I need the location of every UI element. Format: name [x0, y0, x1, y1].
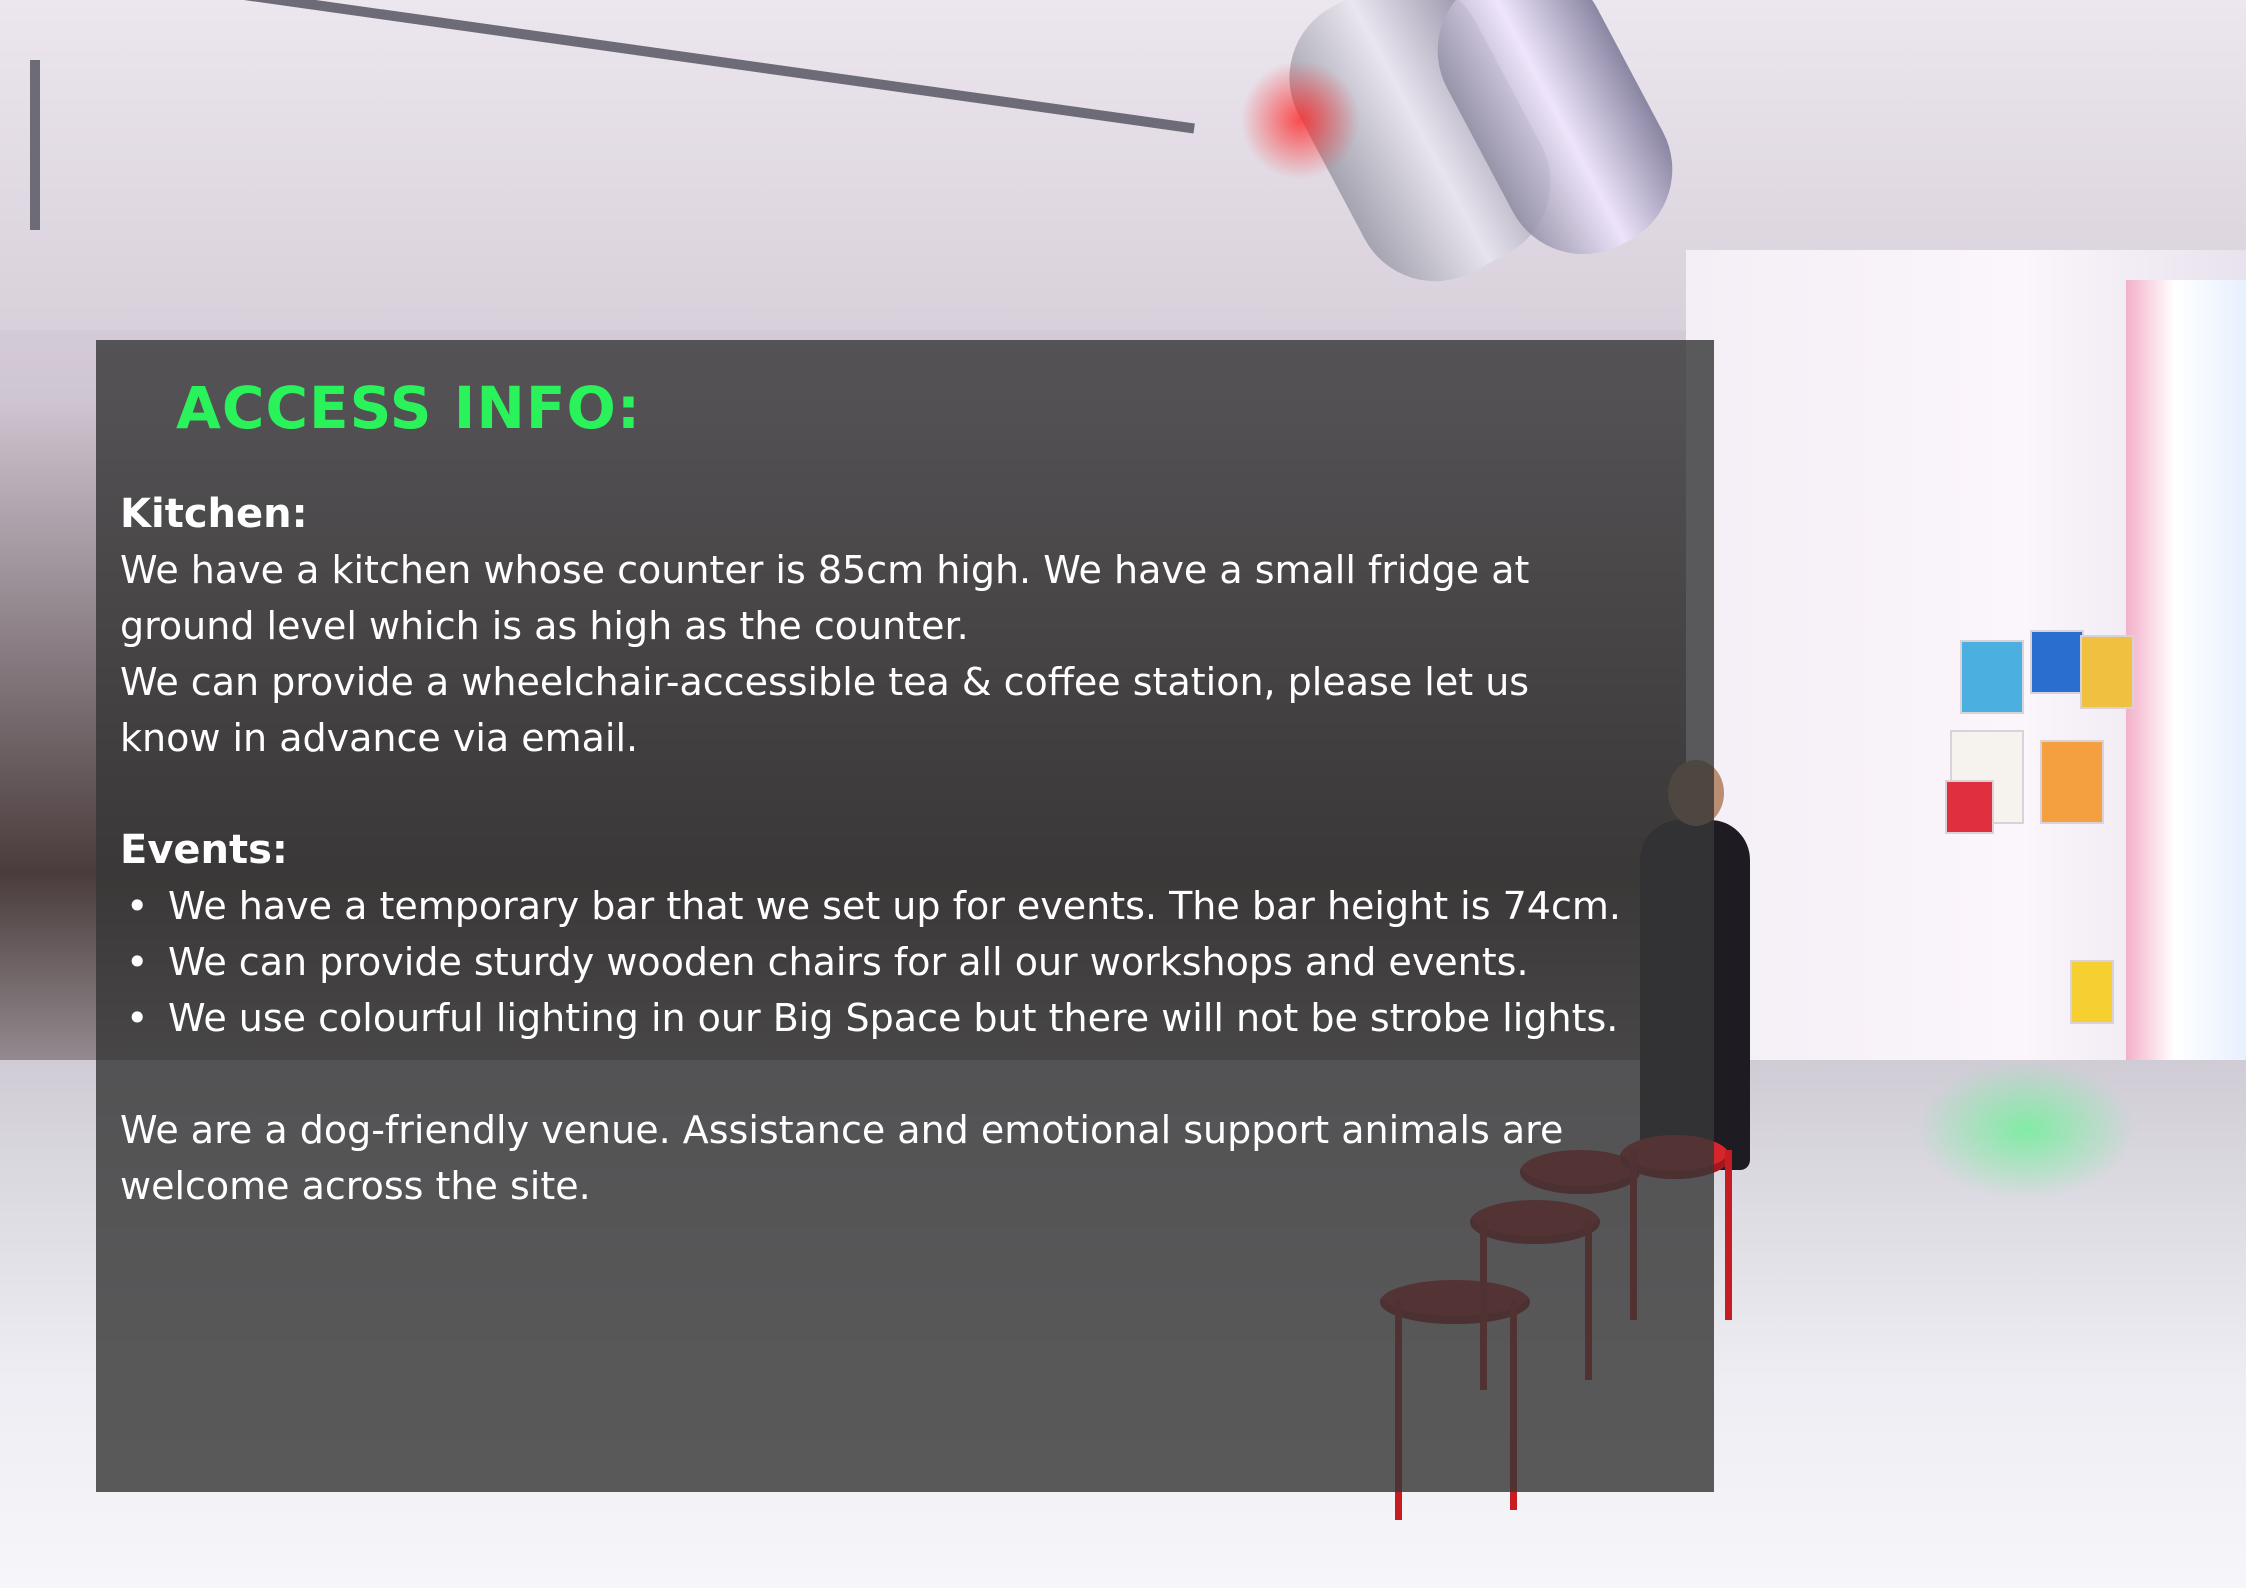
- poster: [2080, 635, 2134, 709]
- kitchen-heading: Kitchen:: [120, 491, 308, 537]
- animals-text-line: We are a dog-friendly venue. Assistance …: [120, 1108, 1564, 1152]
- red-light: [1240, 60, 1360, 180]
- poster: [2070, 960, 2114, 1024]
- events-list: We have a temporary bar that we set up f…: [120, 878, 1700, 1046]
- poster: [2030, 630, 2084, 694]
- events-heading: Events:: [120, 827, 288, 873]
- kitchen-text-line: We have a kitchen whose counter is 85cm …: [120, 548, 1530, 592]
- poster: [1960, 640, 2024, 714]
- ceiling-rod: [30, 60, 40, 230]
- kitchen-text-line: ground level which is as high as the cou…: [120, 604, 969, 648]
- stool-leg: [1725, 1150, 1732, 1320]
- page-title: ACCESS INFO:: [176, 374, 642, 442]
- events-list-item: We can provide sturdy wooden chairs for …: [120, 934, 1700, 990]
- events-list-item: We use colourful lighting in our Big Spa…: [120, 990, 1700, 1046]
- poster: [2040, 740, 2104, 824]
- events-list-item: We have a temporary bar that we set up f…: [120, 878, 1700, 934]
- kitchen-text-line: We can provide a wheelchair-accessible t…: [120, 660, 1530, 704]
- window: [2126, 280, 2246, 1180]
- access-info-content: Kitchen: We have a kitchen whose counter…: [120, 486, 1700, 1214]
- poster: [1945, 780, 1994, 834]
- animals-text-line: welcome across the site.: [120, 1164, 591, 1208]
- green-light: [1916, 1060, 2136, 1200]
- kitchen-text-line: know in advance via email.: [120, 716, 639, 760]
